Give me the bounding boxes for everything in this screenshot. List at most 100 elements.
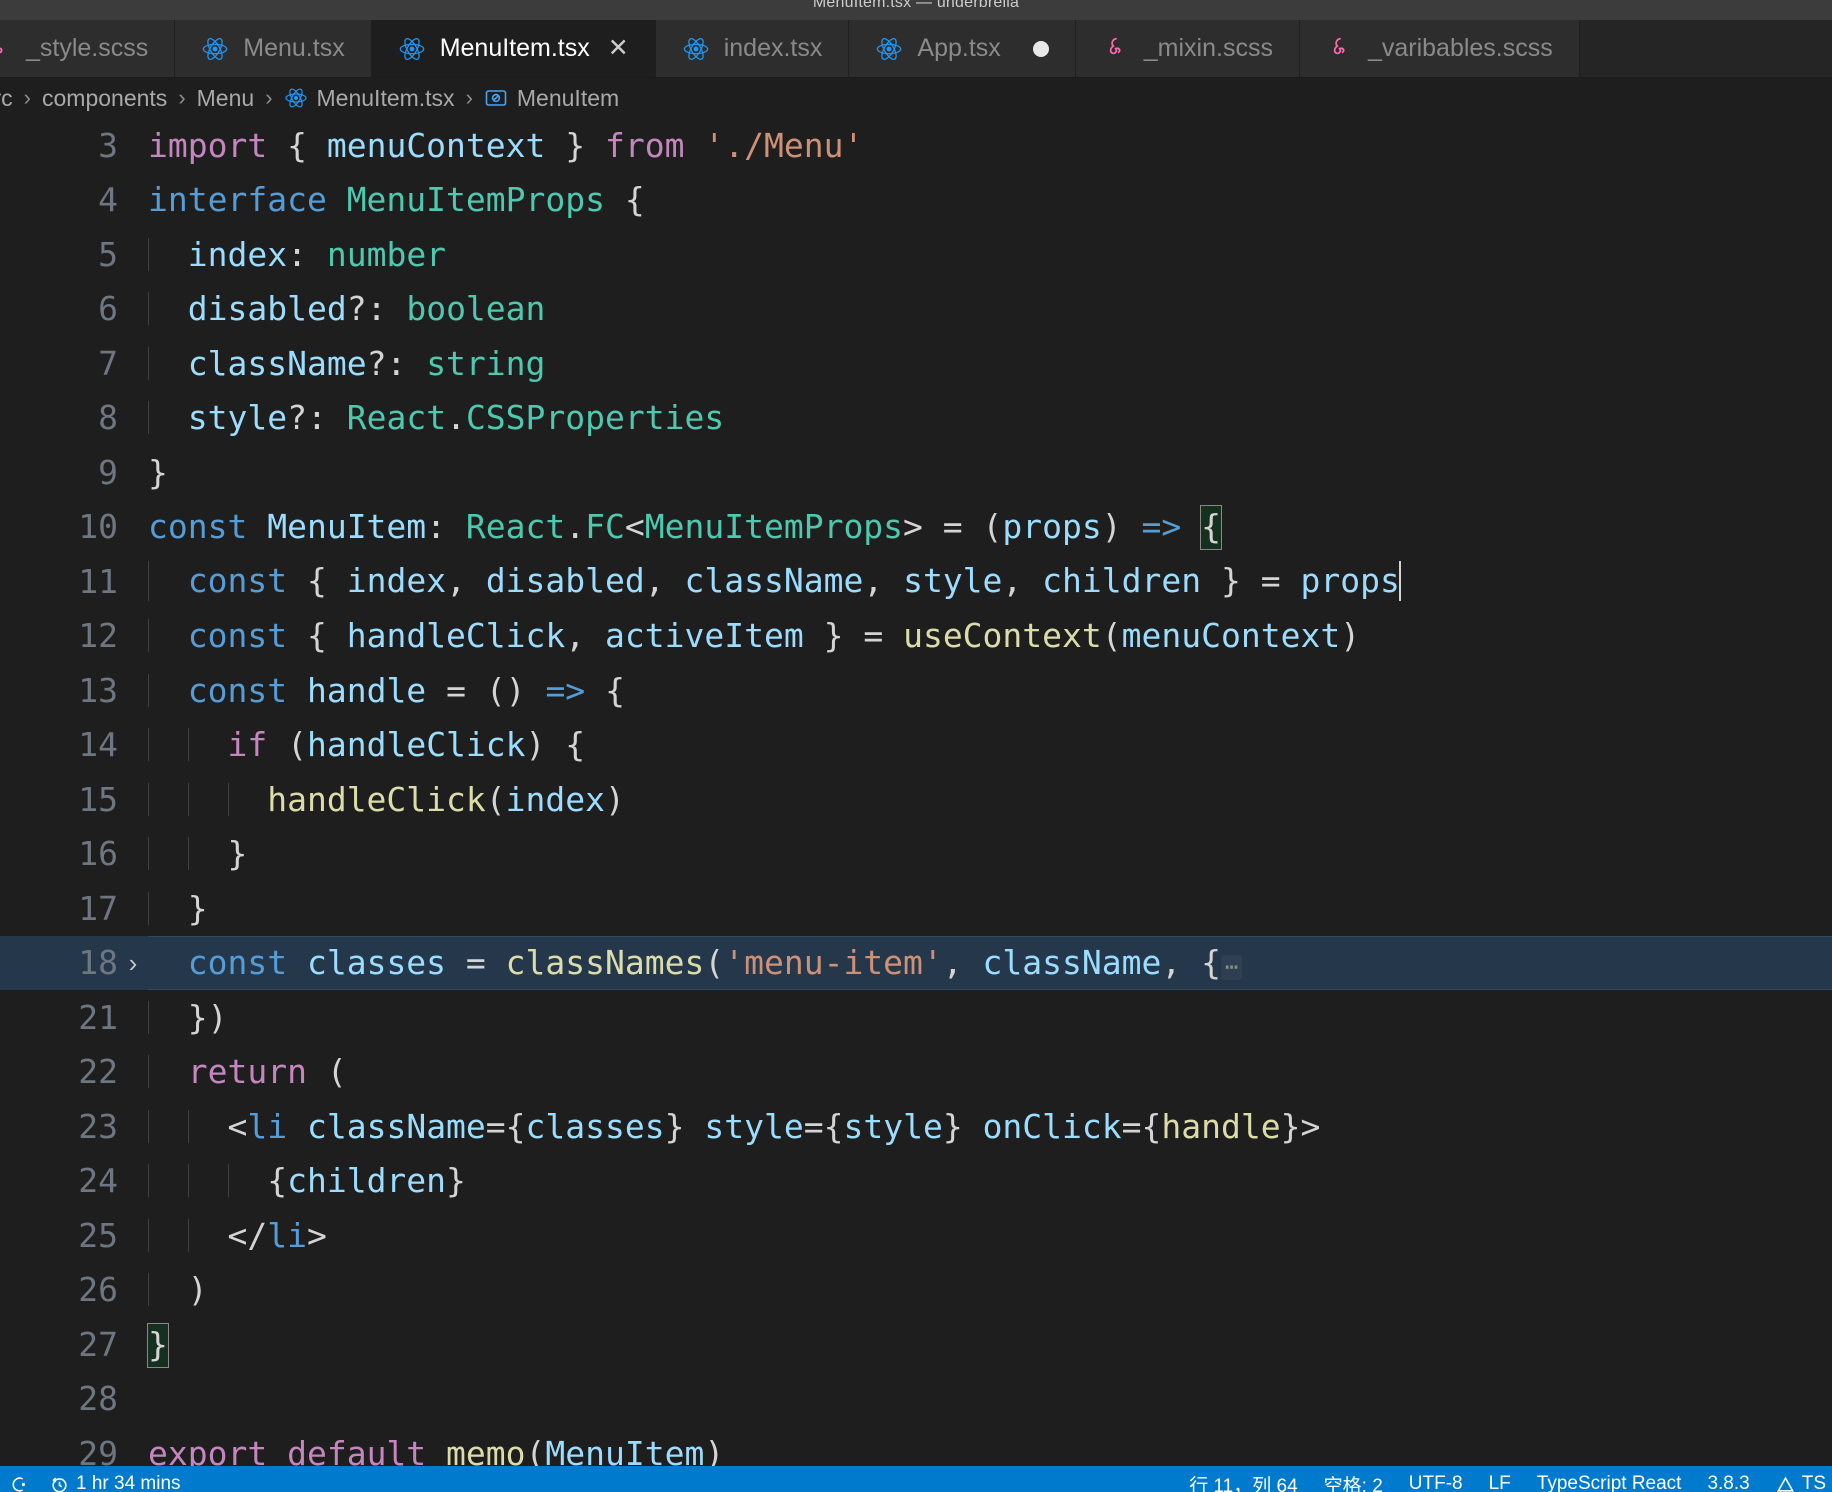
line-content[interactable]: const { index, disabled, className, styl… bbox=[148, 561, 1832, 602]
breadcrumb-item-menuitem-symbol[interactable]: MenuItem bbox=[484, 85, 619, 112]
code-line[interactable]: 17 } bbox=[0, 881, 1832, 936]
tab-menuitem-tsx[interactable]: MenuItem.tsx ✕ bbox=[371, 20, 656, 77]
line-content[interactable]: ) bbox=[148, 1273, 1832, 1307]
status-bar[interactable]: 1 hr 34 mins 行 11，列 64 空格: 2 UTF-8 LF Ty… bbox=[0, 1466, 1832, 1492]
line-number: 25 bbox=[78, 1215, 118, 1255]
code-line[interactable]: 13 const handle = () => { bbox=[0, 663, 1832, 718]
tab-index-tsx[interactable]: index.tsx bbox=[655, 20, 850, 77]
breadcrumb-item-menu[interactable]: Menu bbox=[197, 85, 255, 112]
code-line[interactable]: 23 <li className={classes} style={style}… bbox=[0, 1099, 1832, 1154]
line-content[interactable]: interface MenuItemProps { bbox=[148, 183, 1832, 216]
language-mode[interactable]: TypeScript React bbox=[1537, 1473, 1682, 1492]
line-content[interactable]: index: number bbox=[148, 237, 1832, 271]
code-line[interactable]: 7 className?: string bbox=[0, 336, 1832, 391]
sass-icon bbox=[0, 35, 12, 63]
line-content[interactable]: }) bbox=[148, 1000, 1832, 1034]
code-line[interactable]: 29 export default memo(MenuItem) bbox=[0, 1426, 1832, 1466]
time-tracker-label: 1 hr 34 mins bbox=[76, 1473, 181, 1492]
line-content[interactable]: disabled?: boolean bbox=[148, 292, 1832, 326]
code-line[interactable]: 28 bbox=[0, 1372, 1832, 1427]
line-content[interactable]: } bbox=[148, 891, 1832, 925]
window-title: MenuItem.tsx — underbrella bbox=[812, 0, 1020, 11]
version[interactable]: 3.8.3 bbox=[1707, 1473, 1749, 1492]
line-number: 28 bbox=[78, 1379, 118, 1419]
code-line[interactable]: 14 if (handleClick) { bbox=[0, 718, 1832, 773]
tab-menu-tsx[interactable]: Menu.tsx bbox=[175, 20, 372, 77]
code-line[interactable]: 8 style?: React.CSSProperties bbox=[0, 391, 1832, 446]
line-content[interactable]: <li className={classes} style={style} on… bbox=[148, 1109, 1832, 1143]
line-number: 9 bbox=[98, 452, 118, 492]
line-content[interactable]: export default memo(MenuItem) bbox=[148, 1437, 1832, 1466]
breadcrumb[interactable]: src › components › Menu › MenuItem.tsx › bbox=[0, 78, 1832, 118]
unsaved-indicator-icon[interactable] bbox=[1032, 40, 1049, 57]
code-line[interactable]: 16 } bbox=[0, 827, 1832, 882]
code-line[interactable]: 6 disabled?: boolean bbox=[0, 282, 1832, 337]
code-line[interactable]: 3 import { menuContext } from './Menu' bbox=[0, 118, 1832, 173]
line-content[interactable]: import { menuContext } from './Menu' bbox=[148, 129, 1832, 162]
code-line[interactable]: 24 {children} bbox=[0, 1154, 1832, 1209]
code-line[interactable]: 10 const MenuItem: React.FC<MenuItemProp… bbox=[0, 500, 1832, 555]
indentation[interactable]: 空格: 2 bbox=[1324, 1471, 1383, 1492]
breadcrumb-item-menuitem-tsx[interactable]: MenuItem.tsx bbox=[284, 85, 455, 112]
cursor-position[interactable]: 行 11，列 64 bbox=[1189, 1471, 1297, 1492]
status-bar-left: 1 hr 34 mins bbox=[10, 1468, 181, 1492]
react-icon bbox=[875, 35, 903, 63]
code-line[interactable]: 4 interface MenuItemProps { bbox=[0, 173, 1832, 228]
line-content[interactable]: handleClick(index) bbox=[148, 782, 1832, 816]
breadcrumb-item-src[interactable]: src bbox=[0, 85, 13, 112]
code-line[interactable]: 15 handleClick(index) bbox=[0, 772, 1832, 827]
problems-indicator[interactable]: TS bbox=[1776, 1473, 1826, 1492]
breadcrumb-label: MenuItem bbox=[516, 84, 620, 111]
line-content[interactable]: </li> bbox=[148, 1218, 1832, 1252]
code-line[interactable]: 22 return ( bbox=[0, 1045, 1832, 1100]
line-number: 13 bbox=[78, 670, 118, 710]
line-content[interactable]: {children} bbox=[148, 1164, 1832, 1198]
code-editor[interactable]: 3 import { menuContext } from './Menu' 4… bbox=[0, 118, 1832, 1466]
line-number: 8 bbox=[98, 398, 118, 438]
tab-_mixin-scss[interactable]: _mixin.scss bbox=[1075, 20, 1300, 77]
breadcrumb-item-components[interactable]: components bbox=[42, 85, 167, 112]
eol[interactable]: LF bbox=[1489, 1473, 1511, 1492]
code-line-folded-selected[interactable]: 18 › const classes = classNames('menu-it… bbox=[0, 935, 1832, 990]
tab-app-tsx[interactable]: App.tsx bbox=[849, 20, 1076, 77]
code-line-active[interactable]: 11 const { index, disabled, className, s… bbox=[0, 554, 1832, 609]
breadcrumb-label: Menu bbox=[196, 84, 255, 111]
line-content[interactable]: } bbox=[147, 1322, 1832, 1368]
encoding[interactable]: UTF-8 bbox=[1409, 1473, 1463, 1492]
line-content[interactable]: const MenuItem: React.FC<MenuItemProps> … bbox=[148, 505, 1832, 551]
line-number: 4 bbox=[98, 180, 118, 220]
code-line[interactable]: 26 ) bbox=[0, 1263, 1832, 1318]
line-content[interactable]: style?: React.CSSProperties bbox=[148, 401, 1832, 435]
line-content[interactable]: const classes = classNames('menu-item', … bbox=[148, 946, 1832, 981]
line-number: 18 bbox=[78, 943, 118, 983]
time-tracker[interactable]: 1 hr 34 mins bbox=[50, 1473, 181, 1492]
tab-label: index.tsx bbox=[723, 34, 823, 62]
close-icon[interactable]: ✕ bbox=[608, 36, 629, 61]
remote-indicator[interactable] bbox=[10, 1475, 36, 1492]
line-number: 24 bbox=[78, 1161, 118, 1201]
tab-_varibables-scss[interactable]: _varibables.scss bbox=[1299, 20, 1580, 77]
line-content[interactable]: return ( bbox=[148, 1055, 1832, 1089]
editor-tab-bar[interactable]: _style.scss Menu.tsx MenuItem.tsx ✕ inde… bbox=[0, 20, 1832, 78]
react-icon bbox=[201, 35, 229, 63]
chevron-right-icon[interactable]: › bbox=[118, 950, 148, 976]
chevron-right-icon: › bbox=[178, 85, 186, 110]
line-number: 22 bbox=[78, 1052, 118, 1092]
code-line[interactable]: 5 index: number bbox=[0, 227, 1832, 282]
code-line[interactable]: 27 } bbox=[0, 1317, 1832, 1372]
tab-label: _varibables.scss bbox=[1367, 34, 1553, 62]
line-content[interactable]: } bbox=[148, 456, 1832, 489]
tab-_style-scss[interactable]: _style.scss bbox=[0, 20, 176, 77]
line-content[interactable]: if (handleClick) { bbox=[148, 728, 1832, 762]
code-line[interactable]: 9 } bbox=[0, 445, 1832, 500]
line-content[interactable]: const handle = () => { bbox=[148, 673, 1832, 707]
line-content[interactable]: } bbox=[148, 837, 1832, 871]
problems-label: TS bbox=[1801, 1473, 1826, 1492]
line-content[interactable]: className?: string bbox=[148, 346, 1832, 380]
code-line[interactable]: 12 const { handleClick, activeItem } = u… bbox=[0, 609, 1832, 664]
title-bar: MenuItem.tsx — underbrella bbox=[0, 0, 1832, 20]
folded-code-ellipsis[interactable]: ⋯ bbox=[1220, 955, 1243, 981]
code-line[interactable]: 21 }) bbox=[0, 990, 1832, 1045]
line-content[interactable]: const { handleClick, activeItem } = useC… bbox=[148, 619, 1832, 653]
code-line[interactable]: 25 </li> bbox=[0, 1208, 1832, 1263]
